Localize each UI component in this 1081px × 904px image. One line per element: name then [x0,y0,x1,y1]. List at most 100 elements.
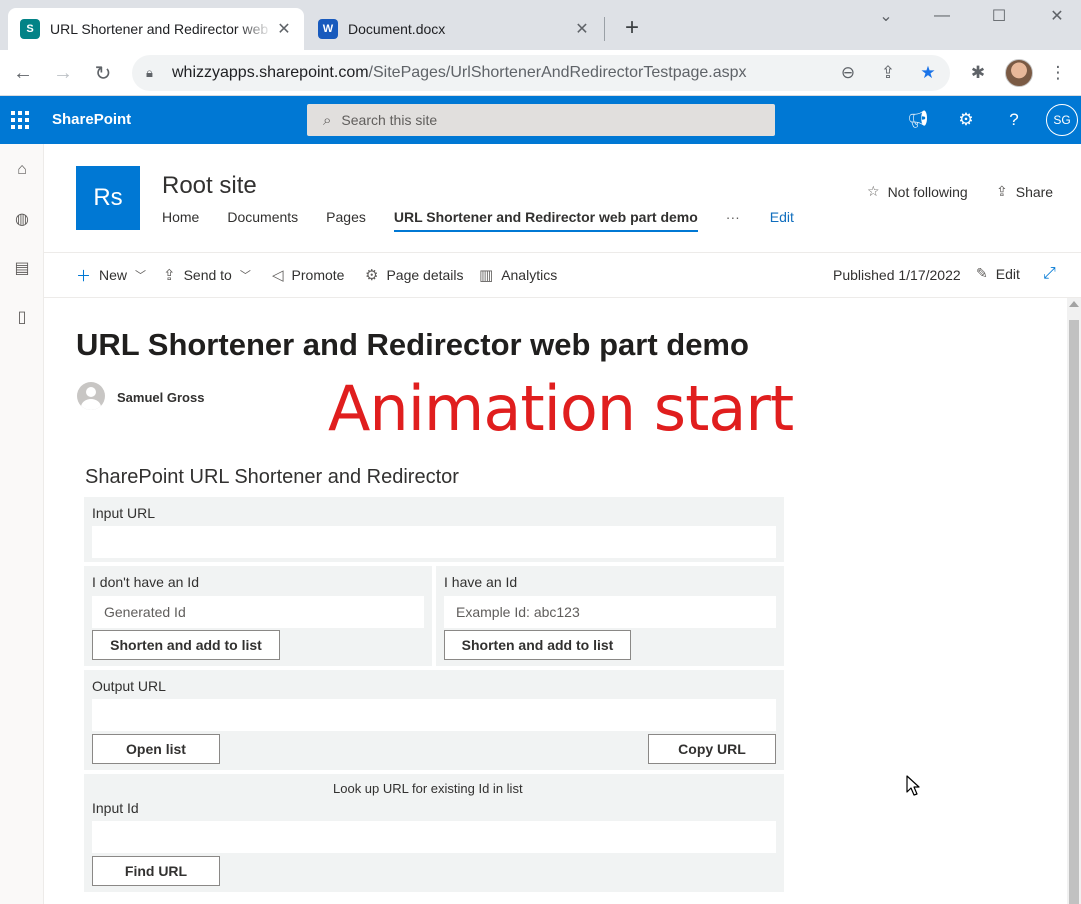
commandbar-divider [44,297,1081,298]
output-url-field[interactable] [92,699,776,731]
document-icon[interactable]: ▯ [10,305,34,329]
nav-pages[interactable]: Pages [326,208,366,232]
follow-label: Not following [887,183,968,200]
chevron-down-icon: ﹀ [135,270,147,282]
nav-documents[interactable]: Documents [227,208,298,232]
megaphone-icon: ◁ [272,267,284,284]
author-avatar[interactable] [77,382,105,410]
input-id-label: Input Id [92,800,139,816]
animation-overlay-text: Animation start [328,372,794,445]
home-icon[interactable]: ⌂ [10,158,34,182]
tab-separator [604,17,605,41]
address-url: whizzyapps.sharepoint.com/SitePages/UrlS… [172,64,747,81]
analytics-command[interactable]: ▥ Analytics [479,265,557,285]
share-page-icon[interactable]: ⇪ [877,62,899,84]
globe-icon[interactable]: ◍ [10,207,34,231]
input-id-input[interactable] [92,821,776,853]
tab-title: Document.docx [348,21,446,37]
nav-current-page[interactable]: URL Shortener and Redirector web part de… [393,208,698,232]
input-url-field[interactable] [92,526,776,558]
tab-title: URL Shortener and Redirector web part de… [50,21,272,37]
chevron-down-icon: ﹀ [239,270,251,282]
input-id-field[interactable] [92,821,776,853]
page-details-command[interactable]: ⚙ Page details [365,265,464,285]
site-search-box[interactable]: ⌕ Search this site [307,104,775,136]
expand-icon[interactable]: ⤢ [1043,265,1056,283]
new-label: New [99,267,128,283]
tab-search-icon[interactable]: ⌄ [866,4,906,28]
lock-icon: 🔒︎ [146,65,153,80]
nav-edit-link[interactable]: Edit [770,208,794,232]
back-icon[interactable]: ← [8,58,38,88]
shorten-button-no-id[interactable]: Shorten and add to list [92,630,280,660]
promote-label: Promote [291,267,345,283]
zoom-icon[interactable]: ⊖ [837,62,859,84]
site-logo[interactable]: Rs [76,166,140,230]
search-icon: ⌕ [323,111,332,129]
menu-icon[interactable]: ⋮ [1047,62,1069,84]
custom-id-field[interactable] [444,596,776,628]
site-title[interactable]: Root site [162,172,257,200]
nav-more-icon[interactable]: ··· [726,208,740,232]
reload-icon[interactable]: ↻ [88,58,118,88]
gear-icon[interactable]: ⚙ [954,108,978,132]
shorten-button-with-id[interactable]: Shorten and add to list [444,630,631,660]
suite-bar: SharePoint ⌕ Search this site 📢︎ ⚙ ? [0,96,1081,144]
search-placeholder: Search this site [341,112,438,128]
custom-id-input[interactable] [444,596,776,628]
browser-tab-inactive[interactable]: W Document.docx ✕ [306,8,602,50]
address-bar[interactable]: 🔒︎ whizzyapps.sharepoint.com/SitePages/U… [132,55,950,91]
copy-url-button[interactable]: Copy URL [648,734,776,764]
generated-id-input[interactable] [92,596,424,628]
published-status: Published 1/17/2022 [833,267,961,283]
scrollbar-thumb[interactable] [1069,320,1079,904]
new-command[interactable]: ＋ New ﹀ [76,265,146,285]
help-icon[interactable]: ? [1002,108,1026,132]
word-icon: W [318,19,338,39]
share-icon: ⇪ [996,183,1008,199]
promote-command[interactable]: ◁ Promote [272,265,344,285]
news-icon[interactable]: ▤ [10,256,34,280]
send-to-label: Send to [183,267,232,283]
extensions-icon[interactable]: ✱ [967,62,989,84]
analytics-icon: ▥ [479,267,494,284]
author-name[interactable]: Samuel Gross [117,390,204,405]
page-details-label: Page details [386,267,464,283]
share-button[interactable]: ⇪ Share [996,183,1053,200]
output-url-input[interactable] [92,699,776,731]
close-window-icon[interactable]: ✕ [1037,4,1077,28]
browser-tab-active[interactable]: S URL Shortener and Redirector web part … [8,8,304,50]
output-url-label: Output URL [92,678,166,694]
scroll-up-arrow-icon[interactable] [1069,301,1079,307]
close-tab-icon[interactable]: ✕ [272,17,296,41]
forward-icon[interactable]: → [48,58,78,88]
follow-button[interactable]: ☆ Not following [867,183,968,200]
browser-profile-avatar[interactable] [1005,59,1033,87]
app-launcher-icon[interactable] [8,108,32,132]
no-id-label: I don't have an Id [92,574,199,590]
minimize-icon[interactable]: — [922,4,962,28]
share-label: Share [1015,183,1054,200]
generated-id-field[interactable] [92,596,424,628]
webpart-title: SharePoint URL Shortener and Redirector [85,466,459,488]
mouse-cursor-icon [906,775,920,796]
close-tab-icon[interactable]: ✕ [570,17,594,41]
new-tab-button[interactable]: + [618,14,646,42]
edit-page-button[interactable]: ✎ Edit [976,265,1020,282]
user-avatar[interactable]: SG [1046,104,1078,136]
send-to-command[interactable]: ⇪ Send to ﹀ [163,265,251,285]
input-url-input[interactable] [92,526,776,558]
browser-toolbar: ← → ↻ 🔒︎ whizzyapps.sharepoint.com/SiteP… [0,50,1081,96]
maximize-icon[interactable]: ☐ [979,4,1019,28]
megaphone-icon[interactable]: 📢︎ [906,108,930,132]
nav-home[interactable]: Home [162,208,199,232]
star-icon: ☆ [867,183,880,199]
app-bar: ⌂ ◍ ▤ ▯ [0,144,44,904]
open-list-button[interactable]: Open list [92,734,220,764]
page-title: URL Shortener and Redirector web part de… [76,327,749,362]
find-url-button[interactable]: Find URL [92,856,220,886]
send-icon: ⇪ [163,267,176,284]
lookup-heading: Look up URL for existing Id in list [333,781,523,796]
suite-brand[interactable]: SharePoint [52,111,131,128]
bookmark-star-icon[interactable]: ★ [917,62,939,84]
